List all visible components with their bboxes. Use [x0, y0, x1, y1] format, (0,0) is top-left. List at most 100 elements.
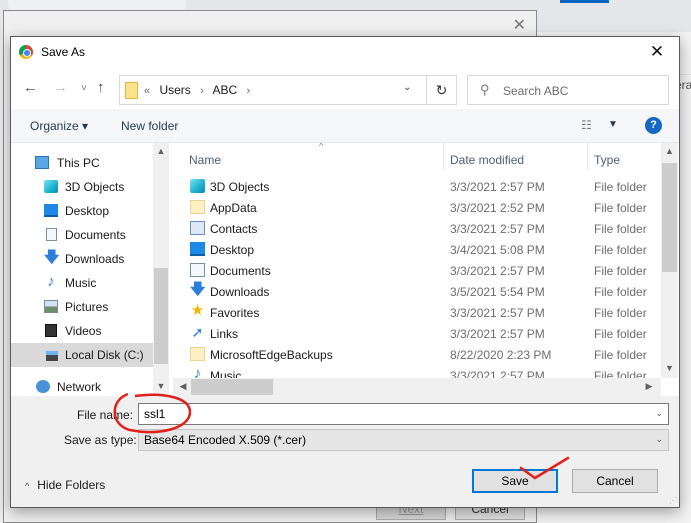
- navigation-bar: ← → ˅ ↑ « Users › ABC › ⌄ ↻ ⚲ Search ABC: [11, 67, 679, 109]
- file-list-horizontal-scrollbar[interactable]: ◀ ▶: [173, 378, 661, 396]
- scrollbar-thumb[interactable]: [191, 379, 273, 395]
- nav-item-label: Local Disk (C:): [65, 348, 144, 362]
- close-icon[interactable]: ✕: [513, 15, 526, 35]
- breadcrumb-item-abc[interactable]: ABC: [213, 83, 238, 97]
- scroll-up-icon[interactable]: ▲: [661, 146, 678, 156]
- network-icon: [36, 380, 50, 393]
- file-row[interactable]: Desktop 3/4/2021 5:08 PM File folder: [173, 239, 659, 260]
- file-row[interactable]: AppData 3/3/2021 2:52 PM File folder: [173, 197, 659, 218]
- refresh-button[interactable]: ↻: [426, 76, 456, 104]
- file-row[interactable]: 🡇 Downloads 3/5/2021 5:54 PM File folder: [173, 281, 659, 302]
- nav-item-local-disk[interactable]: Local Disk (C:): [11, 343, 153, 367]
- nav-item-3d-objects[interactable]: 3D Objects: [11, 175, 153, 199]
- nav-item-label: This PC: [57, 156, 100, 170]
- downloads-icon: 🡇: [190, 281, 206, 298]
- file-type: File folder: [594, 222, 647, 236]
- chevron-down-icon[interactable]: ⌄: [403, 82, 411, 93]
- documents-icon: [46, 228, 57, 241]
- file-name-value: ssl1: [144, 407, 166, 421]
- file-name: Links: [210, 327, 239, 341]
- downloads-icon: 🡇: [44, 249, 60, 266]
- breadcrumb: « Users › ABC ›: [144, 83, 256, 97]
- save-button[interactable]: Save: [472, 469, 558, 493]
- breadcrumb-overflow[interactable]: «: [144, 85, 150, 97]
- recent-locations-chevron-icon[interactable]: ˅: [81, 83, 87, 94]
- up-arrow-icon[interactable]: ↑: [97, 79, 105, 96]
- file-name: Desktop: [210, 243, 255, 257]
- organize-button[interactable]: Organize ▾: [30, 119, 88, 133]
- scroll-right-icon[interactable]: ▶: [641, 381, 657, 392]
- nav-pane-scrollbar[interactable]: ▲ ▼: [153, 143, 169, 396]
- scroll-up-icon[interactable]: ▲: [153, 146, 169, 156]
- file-list: ^ Name Date modified Type 3D Objects 3/3/…: [173, 141, 678, 396]
- file-row[interactable]: ★ Favorites 3/3/2021 2:57 PM File folder: [173, 302, 659, 323]
- videos-icon: [45, 324, 57, 337]
- cancel-button[interactable]: Cancel: [572, 469, 658, 493]
- column-header-date-modified[interactable]: Date modified: [444, 143, 587, 173]
- new-folder-button[interactable]: New folder: [121, 119, 178, 133]
- 3d-objects-icon: [190, 179, 205, 193]
- nav-item-label: Desktop: [65, 204, 110, 218]
- nav-item-videos[interactable]: Videos: [11, 319, 153, 343]
- save-as-type-label: Save as type:: [64, 433, 137, 447]
- column-label: Date modified: [450, 153, 525, 167]
- chevron-down-icon[interactable]: ⌄: [655, 434, 663, 445]
- nav-item-pictures[interactable]: Pictures: [11, 295, 153, 319]
- column-label: Name: [189, 153, 222, 167]
- nav-item-desktop[interactable]: Desktop: [11, 199, 153, 223]
- file-name: AppData: [210, 201, 257, 215]
- nav-item-label: Network: [57, 380, 102, 394]
- save-as-type-value: Base64 Encoded X.509 (*.cer): [144, 433, 307, 447]
- file-row[interactable]: ➚ Links 3/3/2021 2:57 PM File folder: [173, 323, 659, 344]
- file-name-input[interactable]: ssl1 ⌄: [138, 403, 669, 425]
- file-row[interactable]: Documents 3/3/2021 2:57 PM File folder: [173, 260, 659, 281]
- nav-item-downloads[interactable]: 🡇 Downloads: [11, 247, 153, 271]
- breadcrumb-separator-icon[interactable]: ›: [247, 85, 251, 97]
- save-as-type-select[interactable]: Base64 Encoded X.509 (*.cer) ⌄: [138, 429, 669, 451]
- scroll-down-icon[interactable]: ▼: [153, 381, 169, 391]
- chevron-down-icon[interactable]: ⌄: [655, 408, 663, 419]
- nav-item-music[interactable]: ♪ Music: [11, 271, 153, 295]
- file-row[interactable]: 3D Objects 3/3/2021 2:57 PM File folder: [173, 176, 659, 197]
- file-name: Favorites: [210, 306, 260, 320]
- column-header-name[interactable]: Name: [173, 143, 443, 173]
- file-name: Documents: [210, 264, 271, 278]
- disk-icon: [46, 351, 58, 361]
- breadcrumb-item-users[interactable]: Users: [159, 83, 190, 97]
- date-modified: 3/4/2021 5:08 PM: [450, 243, 545, 257]
- scrollbar-thumb[interactable]: [154, 268, 168, 364]
- save-as-dialog: Save As ✕ ← → ˅ ↑ « Users › ABC › ⌄ ↻ ⚲ …: [10, 36, 680, 508]
- scroll-left-icon[interactable]: ◀: [175, 381, 191, 392]
- view-options-icon[interactable]: ☷: [581, 118, 592, 132]
- help-icon[interactable]: ?: [645, 117, 662, 134]
- back-arrow-icon[interactable]: ←: [23, 79, 38, 96]
- scroll-down-icon[interactable]: ▼: [661, 363, 678, 373]
- file-row[interactable]: MicrosoftEdgeBackups 8/22/2020 2:23 PM Fil…: [173, 344, 659, 365]
- hide-folders-label: Hide Folders: [37, 478, 106, 492]
- file-list-vertical-scrollbar[interactable]: ▲ ▼: [661, 143, 678, 378]
- file-type: File folder: [594, 327, 647, 341]
- caret-down-icon[interactable]: ▼: [608, 119, 618, 130]
- address-bar[interactable]: « Users › ABC › ⌄ ↻: [119, 75, 457, 105]
- resize-grip-icon[interactable]: ⋰: [669, 496, 677, 505]
- nav-item-label: Videos: [65, 324, 102, 338]
- nav-item-this-pc[interactable]: This PC: [11, 151, 153, 175]
- column-header-type[interactable]: Type: [588, 143, 658, 173]
- nav-item-label: 3D Objects: [65, 180, 125, 194]
- breadcrumb-separator-icon[interactable]: ›: [200, 85, 204, 97]
- chrome-icon: [19, 45, 33, 59]
- nav-item-documents[interactable]: Documents: [11, 223, 153, 247]
- close-button[interactable]: ✕: [635, 37, 679, 67]
- music-icon: ♪: [47, 273, 55, 290]
- file-row[interactable]: Contacts 3/3/2021 2:57 PM File folder: [173, 218, 659, 239]
- dialog-title: Save As: [41, 45, 86, 59]
- search-input[interactable]: ⚲ Search ABC: [467, 75, 669, 105]
- hide-folders-button[interactable]: ^ Hide Folders: [25, 478, 105, 492]
- forward-arrow-icon[interactable]: →: [53, 79, 68, 96]
- file-type: File folder: [594, 264, 647, 278]
- scrollbar-thumb[interactable]: [662, 163, 677, 272]
- save-form: File name: ssl1 ⌄ Save as type: Base64 E…: [11, 396, 679, 507]
- nav-item-label: Documents: [65, 228, 126, 242]
- column-label: Type: [594, 153, 621, 167]
- file-type: File folder: [594, 348, 647, 362]
